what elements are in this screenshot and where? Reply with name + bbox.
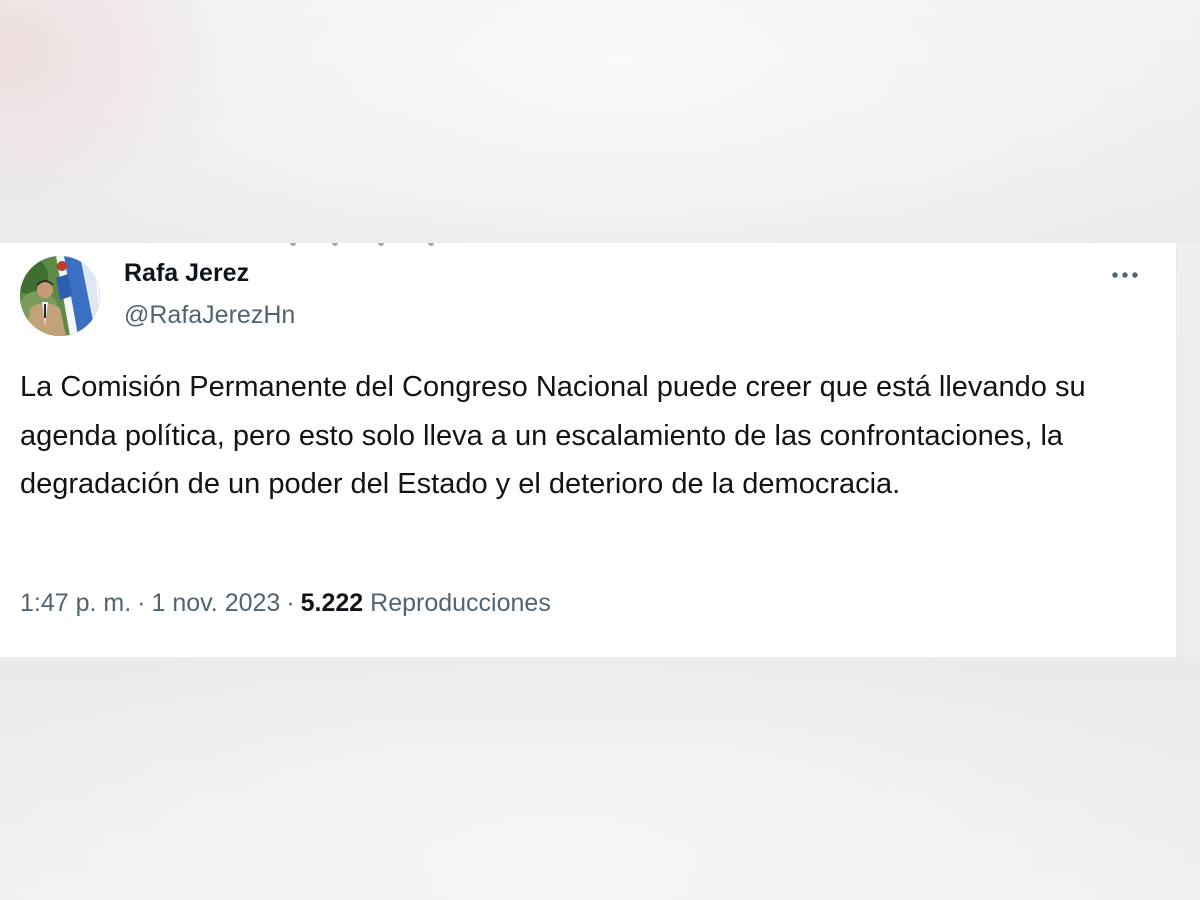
author-block: Rafa Jerez @RafaJerezHn [124,257,295,331]
tweet-date[interactable]: 1 nov. 2023 [152,589,281,617]
tweet-metadata: 1:47 p. m. · 1 nov. 2023 · 5.222 Reproduccio… [20,587,551,619]
tweet-card: Rafa Jerez @RafaJerezHn La Comisión Perm… [0,243,1177,657]
avatar[interactable] [20,256,100,336]
views-label: Reproducciones [370,589,551,617]
views-count: 5.222 [300,589,364,617]
cropped-text-remnant [270,243,460,247]
tweet-text: La Comisión Permanente del Congreso Naci… [20,371,1086,500]
background-top [0,0,1200,243]
separator-dot: · [286,589,295,617]
more-horizontal-icon [1112,272,1138,278]
background-bottom [0,657,1200,900]
more-options-button[interactable] [1104,261,1148,289]
separator-dot: · [137,589,146,617]
author-handle[interactable]: @RafaJerezHn [124,299,295,331]
tweet-time[interactable]: 1:47 p. m. [20,589,131,617]
author-display-name[interactable]: Rafa Jerez [124,257,295,289]
avatar-image [20,256,100,336]
